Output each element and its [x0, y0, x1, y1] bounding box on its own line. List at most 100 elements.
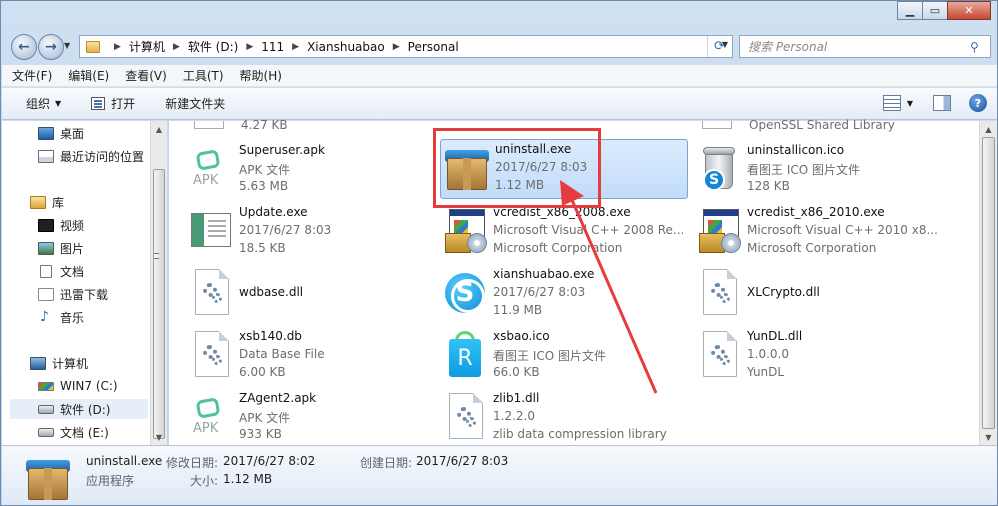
file-name: ZAgent2.apk [239, 391, 317, 405]
scroll-down-icon[interactable]: ▼ [980, 429, 997, 445]
dll-gear-icon [695, 269, 743, 317]
scroll-thumb[interactable] [153, 169, 165, 439]
nav-item-desktop[interactable]: 桌面 [38, 123, 84, 143]
nav-item-libraries[interactable]: 库 [30, 192, 64, 212]
maximize-button[interactable]: ▭ [922, 1, 948, 20]
nav-item-xunlei[interactable]: 迅雷下载 [38, 284, 108, 304]
chevron-right-icon[interactable]: ▶ [246, 42, 253, 52]
file-tile[interactable]: S xianshuabao.exe 2017/6/27 8:03 11.9 MB [441, 265, 691, 323]
nav-label: 库 [52, 195, 65, 210]
details-file-name: uninstall.exe [86, 454, 163, 468]
breadcrumb-item[interactable]: 111 [261, 40, 284, 54]
chevron-right-icon[interactable]: ▶ [114, 42, 121, 52]
scroll-up-icon[interactable]: ▲ [980, 121, 997, 137]
window-app-icon [187, 207, 235, 255]
annotation-highlight-box [433, 128, 601, 208]
file-tile[interactable]: Update.exe 2017/6/27 8:03 18.5 KB [187, 203, 437, 261]
menu-view[interactable]: 查看(V) [125, 67, 167, 84]
file-size: 11.9 MB [493, 303, 543, 317]
scroll-up-icon[interactable]: ▲ [151, 121, 167, 137]
search-icon[interactable]: ⚲ [970, 40, 990, 54]
menu-help[interactable]: 帮助(H) [240, 67, 282, 84]
file-tile[interactable]: xsb140.db Data Base File 6.00 KB [187, 327, 437, 385]
nav-item-videos[interactable]: 视频 [38, 215, 84, 235]
file-desc-partial: OpenSSL Shared Library [749, 118, 895, 132]
r-bag-icon: R [441, 331, 489, 379]
file-size: 18.5 KB [239, 241, 286, 255]
pictures-icon [38, 241, 54, 255]
nav-item-documents[interactable]: 文档 [38, 261, 84, 281]
scroll-thumb[interactable] [982, 137, 995, 429]
help-icon[interactable]: ? [969, 94, 987, 112]
nav-item-music[interactable]: ♪ 音乐 [38, 307, 84, 327]
nav-item-drive-e[interactable]: 文档 (E:) [38, 422, 109, 442]
file-type: 看图王 ICO 图片文件 [747, 163, 860, 177]
vcredist-icon [695, 207, 743, 255]
drive-c-icon [38, 381, 54, 391]
nav-scrollbar[interactable]: ▲ ▼ [150, 121, 167, 445]
chevron-right-icon[interactable]: ▶ [292, 42, 299, 52]
file-tile[interactable]: APK ZAgent2.apk APK 文件 933 KB [187, 389, 437, 447]
breadcrumb-item[interactable]: Personal [408, 40, 459, 54]
breadcrumb-item[interactable]: 软件 (D:) [188, 38, 238, 55]
chevron-down-icon: ▼ [55, 99, 62, 108]
recent-pages-dropdown[interactable]: ▼ [64, 41, 70, 50]
vcredist-icon [441, 207, 489, 255]
organize-button[interactable]: 组织 ▼ [26, 95, 61, 112]
chevron-down-icon[interactable]: ▼ [907, 99, 913, 108]
file-tile[interactable]: vcredist_x86_2010.exe Microsoft Visual C… [695, 203, 945, 261]
breadcrumb-item[interactable]: 计算机 [129, 38, 165, 55]
search-input[interactable]: 搜索 Personal [748, 38, 970, 55]
back-button[interactable]: ← [11, 34, 37, 60]
search-box[interactable]: 搜索 Personal ⚲ [739, 35, 991, 58]
new-folder-button[interactable]: 新建文件夹 [165, 95, 225, 112]
address-bar[interactable]: ▶ 计算机 ▶ 软件 (D:) ▶ 111 ▶ Xianshuabao ▶ Pe… [79, 35, 733, 58]
file-tile[interactable]: YunDL.dll 1.0.0.0 YunDL [695, 327, 945, 385]
nav-item-drive-d[interactable]: 软件 (D:) [10, 399, 148, 419]
nav-label: 图片 [60, 241, 85, 256]
file-type: 看图王 ICO 图片文件 [493, 349, 606, 363]
created-label: 创建日期: [360, 456, 413, 470]
nav-label: 文档 (E:) [60, 425, 109, 440]
chevron-right-icon[interactable]: ▶ [173, 42, 180, 52]
library-icon [30, 195, 46, 209]
nav-item-recent[interactable]: 最近访问的位置 [38, 146, 144, 166]
scroll-grip [154, 253, 159, 259]
file-tile[interactable]: S uninstallicon.ico 看图王 ICO 图片文件 128 KB [695, 141, 945, 199]
file-tile[interactable]: R xsbao.ico 看图王 ICO 图片文件 66.0 KB [441, 327, 691, 385]
new-folder-label: 新建文件夹 [165, 97, 226, 111]
chevron-right-icon[interactable]: ▶ [393, 42, 400, 52]
breadcrumb-item[interactable]: Xianshuabao [307, 40, 385, 54]
trash-can-icon: S [695, 145, 743, 193]
file-tile[interactable]: APK Superuser.apk APK 文件 5.63 MB [187, 141, 437, 199]
file-tile[interactable]: vcredist_x86_2008.exe Microsoft Visual C… [441, 203, 691, 261]
minimize-button[interactable]: ▁ [897, 1, 923, 20]
nav-label: 视频 [60, 218, 85, 233]
open-button[interactable]: 打开 [91, 95, 135, 112]
close-button[interactable]: ✕ [947, 1, 991, 20]
nav-item-pictures[interactable]: 图片 [38, 238, 84, 258]
file-name: Update.exe [239, 205, 308, 219]
file-company: Microsoft Corporation [493, 241, 623, 255]
file-tile[interactable]: wdbase.dll [187, 265, 437, 323]
apk-icon: APK [187, 145, 235, 193]
menu-edit[interactable]: 编辑(E) [68, 67, 109, 84]
file-tile[interactable]: XLCrypto.dll [695, 265, 945, 323]
refresh-button[interactable]: ⟳ [707, 36, 731, 57]
menu-tools[interactable]: 工具(T) [183, 67, 224, 84]
change-view-icon[interactable] [882, 95, 901, 111]
scroll-down-icon[interactable]: ▼ [151, 429, 167, 445]
nav-item-computer[interactable]: 计算机 [30, 353, 88, 373]
preview-pane-icon[interactable] [933, 95, 951, 111]
content-scrollbar[interactable]: ▲ ▼ [979, 121, 997, 445]
file-version: 1.2.2.0 [493, 409, 535, 423]
file-tile[interactable]: zlib1.dll 1.2.2.0 zlib data compression … [441, 389, 691, 447]
nav-item-drive-c[interactable]: WIN7 (C:) [38, 376, 118, 396]
music-icon: ♪ [40, 309, 49, 325]
file-date: 2017/6/27 8:03 [493, 285, 586, 299]
menu-file[interactable]: 文件(F) [12, 67, 52, 84]
forward-button[interactable]: → [38, 34, 64, 60]
file-size: 66.0 KB [493, 365, 540, 379]
breadcrumb: ▶ 计算机 ▶ 软件 (D:) ▶ 111 ▶ Xianshuabao ▶ Pe… [106, 38, 459, 55]
file-type: APK 文件 [239, 163, 291, 177]
